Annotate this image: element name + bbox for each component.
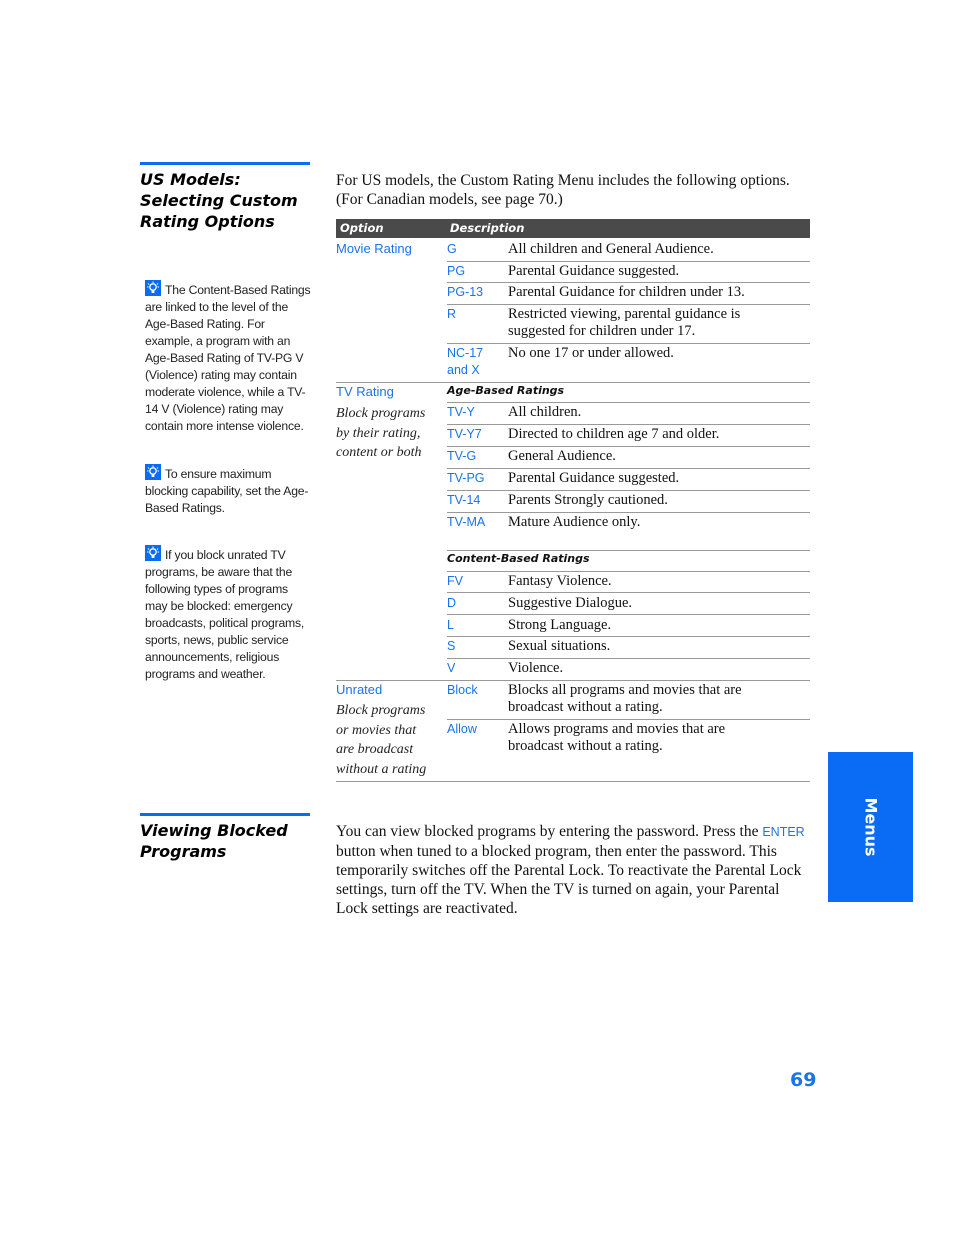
- row-divider: [447, 719, 810, 720]
- rating-description: Parental Guidance suggested.: [508, 263, 680, 279]
- rating-description: Violence.: [508, 660, 564, 676]
- content-based-heading: Content-Based Ratings: [447, 552, 590, 565]
- paragraph-text: You can view blocked programs by enterin…: [336, 823, 763, 840]
- column-header-description: Description: [450, 221, 525, 235]
- row-divider: [447, 402, 810, 403]
- row-divider: [447, 468, 810, 469]
- row-divider: [447, 512, 810, 513]
- row-divider: [447, 282, 810, 283]
- rating-code: NC-17 and X: [447, 346, 484, 377]
- rating-description: Fantasy Violence.: [508, 573, 612, 589]
- heading-line: US Models:: [140, 170, 241, 189]
- option-note: Block programs by their rating, content …: [336, 406, 426, 460]
- row-divider: [447, 614, 810, 615]
- paragraph-text: button when tuned to a blocked program, …: [336, 843, 802, 917]
- section-heading-custom-rating: US Models: Selecting Custom Rating Optio…: [140, 169, 320, 232]
- rating-description: Restricted viewing, parental guidance is…: [508, 306, 741, 339]
- intro-paragraph: For US models, the Custom Rating Menu in…: [336, 172, 790, 208]
- group-divider: [336, 382, 810, 383]
- rating-code: TV-Y7: [447, 427, 482, 441]
- section-heading-viewing-blocked: Viewing Blocked Programs: [140, 820, 320, 862]
- rating-code: L: [447, 618, 454, 632]
- row-divider: [447, 261, 810, 262]
- row-divider: [447, 658, 810, 659]
- row-divider: [447, 592, 810, 593]
- rating-code: Allow: [447, 722, 477, 736]
- row-divider: [447, 424, 810, 425]
- rating-description: Sexual situations.: [508, 638, 611, 654]
- rating-description: Suggestive Dialogue.: [508, 595, 633, 611]
- page-number: 69: [790, 1069, 817, 1091]
- rating-code: TV-G: [447, 449, 477, 463]
- rating-description: Parents Strongly cautioned.: [508, 492, 668, 508]
- chapter-tab-menus[interactable]: Menus: [828, 752, 913, 902]
- rating-code: Block: [447, 683, 478, 697]
- row-divider: [447, 490, 810, 491]
- rating-code: TV-MA: [447, 515, 486, 529]
- lightbulb-tip-icon: [145, 545, 161, 561]
- row-divider: [447, 304, 810, 305]
- heading-line: Rating Options: [140, 212, 275, 231]
- rating-code: PG: [447, 264, 466, 278]
- rating-description: Directed to children age 7 and older.: [508, 426, 720, 442]
- row-divider: [447, 446, 810, 447]
- viewing-blocked-paragraph: You can view blocked programs by enterin…: [336, 822, 812, 918]
- row-divider: [447, 343, 810, 344]
- table-header: Option Description: [336, 219, 810, 238]
- age-based-heading: Age-Based Ratings: [447, 384, 565, 397]
- option-note: Block programs or movies that are broadc…: [336, 703, 427, 777]
- rating-description: General Audience.: [508, 448, 616, 464]
- section-rule: [140, 162, 310, 165]
- rating-description: All children.: [508, 404, 582, 420]
- tip-note-3: If you block unrated TV programs, be awa…: [145, 545, 313, 683]
- rating-code: G: [447, 242, 457, 256]
- rating-code: S: [447, 639, 456, 653]
- lightbulb-tip-icon: [145, 280, 161, 296]
- rating-description: Parental Guidance for children under 13.: [508, 284, 745, 300]
- rating-description: Blocks all programs and movies that are …: [508, 682, 742, 715]
- rating-description: Strong Language.: [508, 617, 612, 633]
- heading-line: Programs: [140, 842, 227, 861]
- group-divider: [336, 680, 810, 681]
- tip-note-1: The Content-Based Ratings are linked to …: [145, 280, 313, 435]
- rating-description: Parental Guidance suggested.: [508, 470, 680, 486]
- option-unrated: Unrated: [336, 682, 383, 697]
- rating-code: TV-14: [447, 493, 481, 507]
- tip-note-2: To ensure maximum blocking capability, s…: [145, 464, 313, 517]
- rating-code: V: [447, 661, 456, 675]
- rating-description: No one 17 or under allowed.: [508, 345, 674, 361]
- option-movie-rating: Movie Rating: [336, 241, 412, 256]
- heading-line: Viewing Blocked: [140, 821, 288, 840]
- rating-code: D: [447, 596, 457, 610]
- enter-button-label: ENTER: [762, 825, 805, 839]
- tip-note-text: If you block unrated TV programs, be awa…: [145, 548, 305, 681]
- chapter-tab-label: Menus: [861, 797, 880, 857]
- table-bottom-rule: [336, 781, 810, 782]
- row-divider: [447, 550, 810, 551]
- heading-line: Selecting Custom: [140, 191, 298, 210]
- rating-description: Allows programs and movies that are broa…: [508, 721, 726, 754]
- rating-code: R: [447, 307, 457, 321]
- tip-note-text: To ensure maximum blocking capability, s…: [145, 467, 309, 515]
- lightbulb-tip-icon: [145, 464, 161, 480]
- column-header-option: Option: [340, 221, 384, 235]
- rating-code: TV-PG: [447, 471, 485, 485]
- rating-description: All children and General Audience.: [508, 241, 714, 257]
- rating-code: FV: [447, 574, 463, 588]
- option-tv-rating: TV Rating: [336, 384, 394, 399]
- row-divider: [447, 636, 810, 637]
- row-divider: [447, 571, 810, 572]
- tip-note-text: The Content-Based Ratings are linked to …: [145, 283, 311, 433]
- section-rule: [140, 813, 310, 816]
- rating-code: TV-Y: [447, 405, 475, 419]
- rating-description: Mature Audience only.: [508, 514, 641, 530]
- rating-code: PG-13: [447, 285, 484, 299]
